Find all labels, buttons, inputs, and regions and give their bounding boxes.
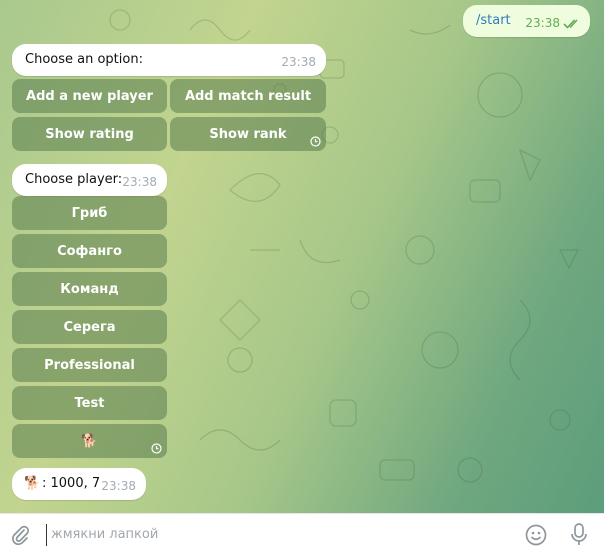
dog-emoji: 🐕 bbox=[24, 476, 41, 491]
button-label: Add a new player bbox=[26, 88, 153, 104]
button-label: Гриб bbox=[71, 205, 108, 221]
message-text: Choose player: bbox=[25, 172, 123, 187]
outgoing-message: /start 23:38 bbox=[463, 5, 590, 37]
message-time: 23:38 bbox=[281, 55, 316, 69]
button-label: Серега bbox=[63, 319, 116, 335]
dog-emoji: 🐕 bbox=[81, 433, 98, 449]
bot-message-result: 🐕 : 1000, 7 23:38 bbox=[12, 468, 146, 500]
message-text: Choose an option: bbox=[25, 52, 143, 67]
button-label: Show rating bbox=[45, 126, 134, 142]
button-label: Команд bbox=[60, 281, 119, 297]
message-time: 23:38 bbox=[122, 175, 157, 189]
player-button-grib[interactable]: Гриб bbox=[12, 196, 167, 230]
message-text: : 1000, 7 bbox=[42, 476, 101, 491]
message-text: /start bbox=[476, 13, 511, 28]
message-input[interactable]: жмякни лапкой bbox=[46, 524, 496, 546]
paperclip-icon[interactable] bbox=[10, 524, 30, 546]
add-match-result-button[interactable]: Add match result bbox=[170, 79, 326, 113]
show-rating-button[interactable]: Show rating bbox=[12, 117, 167, 151]
player-button-dog[interactable]: 🐕 bbox=[12, 424, 167, 458]
player-button-serega[interactable]: Серега bbox=[12, 310, 167, 344]
clock-icon bbox=[151, 443, 162, 454]
microphone-icon[interactable] bbox=[571, 523, 587, 547]
message-composer: жмякни лапкой bbox=[0, 513, 604, 554]
emoji-icon[interactable] bbox=[525, 524, 547, 546]
player-button-komand[interactable]: Команд bbox=[12, 272, 167, 306]
button-label: Софанго bbox=[57, 243, 122, 259]
player-button-sofango[interactable]: Софанго bbox=[12, 234, 167, 268]
chat-area: /start 23:38 Choose an option: 23:38 Add… bbox=[0, 0, 604, 513]
player-button-professional[interactable]: Professional bbox=[12, 348, 167, 382]
message-time: 23:38 bbox=[101, 479, 136, 493]
add-player-button[interactable]: Add a new player bbox=[12, 79, 167, 113]
clock-icon bbox=[310, 136, 321, 147]
player-button-test[interactable]: Test bbox=[12, 386, 167, 420]
show-rank-button[interactable]: Show rank bbox=[170, 117, 326, 151]
bot-message-menu: Choose an option: 23:38 bbox=[12, 44, 326, 76]
double-check-icon bbox=[563, 19, 578, 29]
message-time: 23:38 bbox=[525, 16, 560, 30]
button-label: Show rank bbox=[209, 126, 287, 142]
button-label: Test bbox=[74, 395, 105, 411]
button-label: Professional bbox=[44, 357, 135, 373]
button-label: Add match result bbox=[184, 88, 312, 104]
bot-message-players: Choose player: 23:38 bbox=[12, 164, 167, 196]
